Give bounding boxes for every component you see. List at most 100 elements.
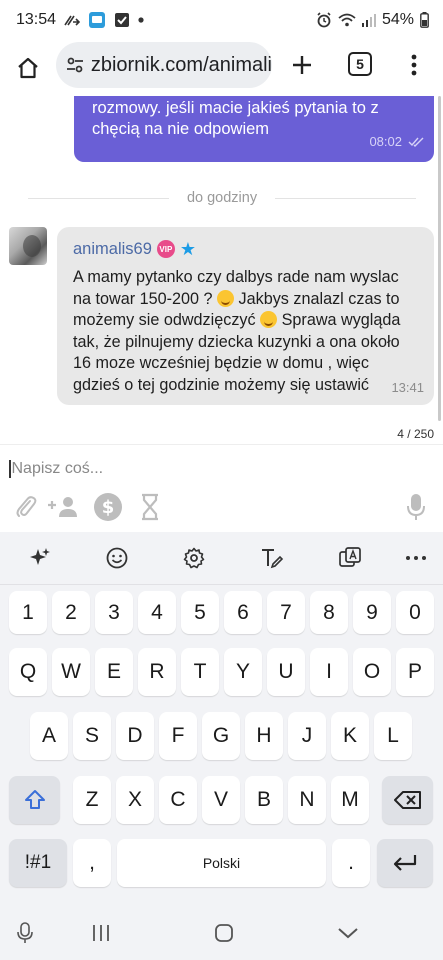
read-checkmarks-icon <box>408 137 424 147</box>
key-1[interactable]: 1 <box>9 591 47 634</box>
key-r[interactable]: R <box>138 648 176 696</box>
sparkle-icon <box>30 548 50 565</box>
emoji-button[interactable] <box>99 540 135 576</box>
spacebar[interactable]: Polski <box>117 839 326 887</box>
onscreen-keyboard: 1 2 3 4 5 6 7 8 9 0 Q W E R T Y U I O P … <box>0 532 443 906</box>
key-c[interactable]: C <box>159 776 197 824</box>
emoji-icon <box>106 547 128 569</box>
voice-input-button[interactable] <box>398 489 434 525</box>
chat-thread[interactable]: rozmowy. jeśli macie jakieś pytania to z… <box>0 96 443 444</box>
send-money-button[interactable]: $ <box>90 489 126 525</box>
key-w[interactable]: W <box>52 648 90 696</box>
chevron-down-icon <box>338 928 358 939</box>
browser-toolbar: zbiornik.com/animali 5 <box>0 40 443 96</box>
key-4[interactable]: 4 <box>138 591 176 634</box>
key-v[interactable]: V <box>202 776 240 824</box>
key-k[interactable]: K <box>331 712 369 760</box>
message-input-placeholder: Napisz coś... <box>11 460 104 477</box>
key-6[interactable]: 6 <box>224 591 262 634</box>
keyboard-more-button[interactable] <box>398 540 434 576</box>
key-s[interactable]: S <box>73 712 111 760</box>
add-contact-button[interactable] <box>46 489 82 525</box>
enter-key[interactable] <box>377 839 433 887</box>
author-row: animalis69 VIP ★ <box>73 237 418 261</box>
key-g[interactable]: G <box>202 712 240 760</box>
ai-tools-button[interactable] <box>22 540 58 576</box>
chat-scrollbar[interactable] <box>438 96 441 421</box>
more-vertical-icon <box>411 54 417 76</box>
key-i[interactable]: I <box>310 648 348 696</box>
key-3[interactable]: 3 <box>95 591 133 634</box>
battery-icon <box>420 12 429 28</box>
comma-key[interactable]: , <box>73 839 111 887</box>
key-2[interactable]: 2 <box>52 591 90 634</box>
key-m[interactable]: M <box>331 776 369 824</box>
key-l[interactable]: L <box>374 712 412 760</box>
keyboard-settings-button[interactable] <box>176 540 212 576</box>
attach-button[interactable] <box>8 489 44 525</box>
microphone-icon <box>17 922 33 943</box>
incoming-message-text: A mamy pytanko czy dalbys rade nam wysla… <box>73 268 401 394</box>
microphone-icon <box>407 494 425 520</box>
browser-menu-button[interactable] <box>400 42 428 88</box>
home-nav-button[interactable] <box>209 918 239 948</box>
key-0[interactable]: 0 <box>396 591 434 634</box>
key-u[interactable]: U <box>267 648 305 696</box>
backspace-key[interactable] <box>382 776 433 824</box>
symbols-key[interactable]: !#1 <box>9 839 67 887</box>
new-tab-button[interactable] <box>284 42 320 88</box>
more-horizontal-icon <box>406 556 426 560</box>
translate-button[interactable] <box>332 540 368 576</box>
key-y[interactable]: Y <box>224 648 262 696</box>
call-forward-icon <box>64 13 81 27</box>
home-square-icon <box>215 924 233 942</box>
smiling-emoji-icon <box>217 289 234 307</box>
tab-switcher-button[interactable]: 5 <box>348 52 372 76</box>
period-key[interactable]: . <box>332 839 370 887</box>
back-nav-button[interactable] <box>333 918 363 948</box>
composer-toolbar: $ <box>0 489 443 525</box>
shift-key[interactable] <box>9 776 60 824</box>
incoming-message-bubble: animalis69 VIP ★ A mamy pytanko czy dalb… <box>57 227 434 405</box>
key-7[interactable]: 7 <box>267 591 305 634</box>
add-user-icon <box>48 497 77 517</box>
message-input[interactable]: Napisz coś... <box>9 457 389 481</box>
handwriting-button[interactable] <box>254 540 290 576</box>
home-button[interactable] <box>0 40 56 96</box>
key-t[interactable]: T <box>181 648 219 696</box>
key-a[interactable]: A <box>30 712 68 760</box>
avatar[interactable] <box>9 227 47 265</box>
date-divider: do godziny <box>28 188 417 208</box>
keyboard-voice-button[interactable] <box>10 918 40 948</box>
key-q[interactable]: Q <box>9 648 47 696</box>
address-bar[interactable]: zbiornik.com/animali <box>56 42 272 88</box>
key-h[interactable]: H <box>245 712 283 760</box>
checkbox-notification-icon <box>114 12 130 28</box>
key-8[interactable]: 8 <box>310 591 348 634</box>
key-p[interactable]: P <box>396 648 434 696</box>
key-f[interactable]: F <box>159 712 197 760</box>
keyboard-divider <box>0 584 443 585</box>
key-x[interactable]: X <box>116 776 154 824</box>
key-o[interactable]: O <box>353 648 391 696</box>
key-n[interactable]: N <box>288 776 326 824</box>
recent-apps-button[interactable] <box>86 918 116 948</box>
timer-button[interactable] <box>132 489 168 525</box>
key-b[interactable]: B <box>245 776 283 824</box>
key-9[interactable]: 9 <box>353 591 391 634</box>
incoming-message-time: 13:41 <box>391 380 424 395</box>
key-e[interactable]: E <box>95 648 133 696</box>
character-counter: 4 / 250 <box>397 427 434 441</box>
plus-icon <box>293 56 311 74</box>
site-settings-icon[interactable] <box>60 55 91 75</box>
app-notification-icon <box>88 11 106 29</box>
text-pen-icon <box>262 549 284 569</box>
key-5[interactable]: 5 <box>181 591 219 634</box>
key-d[interactable]: D <box>116 712 154 760</box>
gear-icon <box>183 547 205 569</box>
key-j[interactable]: J <box>288 712 326 760</box>
key-z[interactable]: Z <box>73 776 111 824</box>
smiling-emoji-icon <box>260 311 278 328</box>
dollar-coin-icon: $ <box>94 493 122 521</box>
author-name[interactable]: animalis69 <box>73 240 152 259</box>
